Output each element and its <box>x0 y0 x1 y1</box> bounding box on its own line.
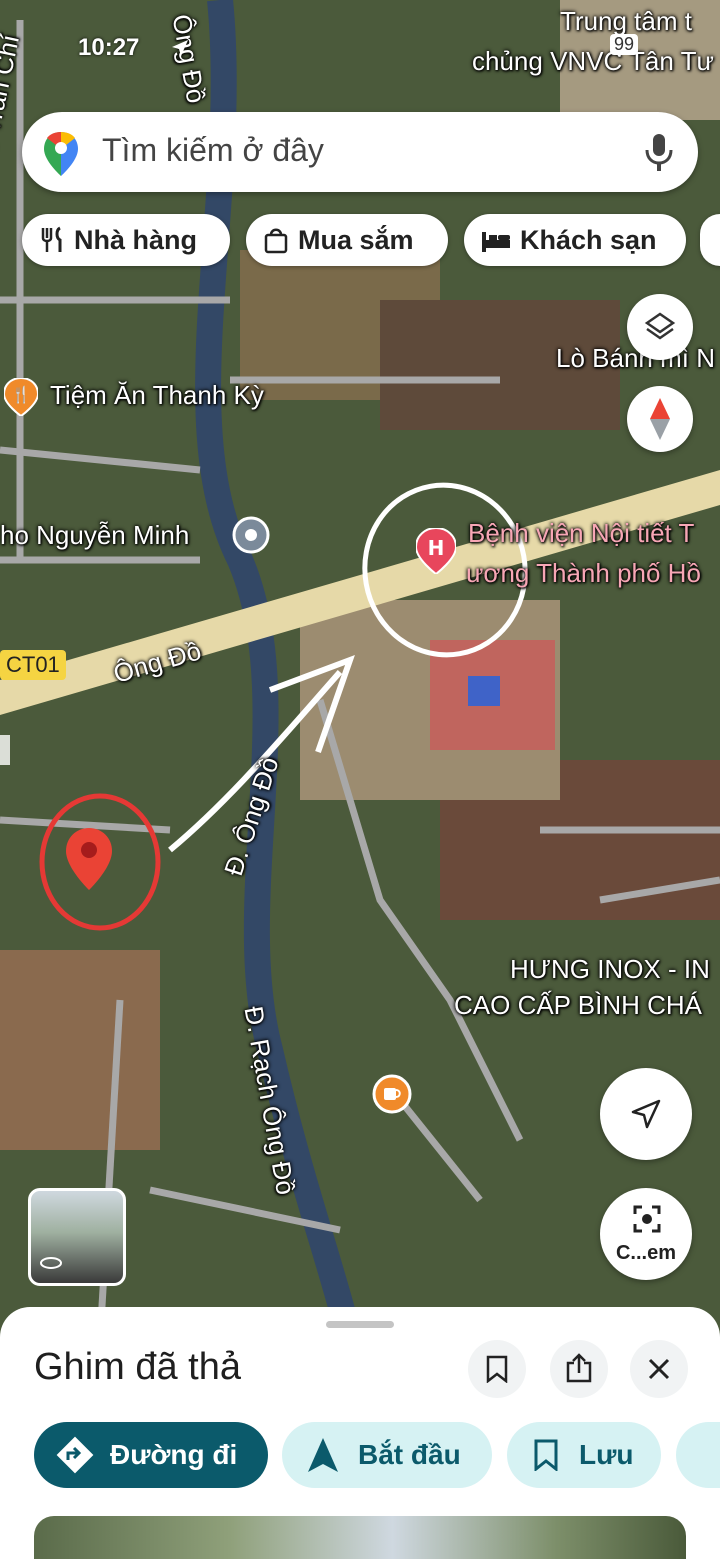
start-label: Bắt đầu <box>358 1439 461 1470</box>
navigation-start-icon <box>308 1438 338 1472</box>
place-pin-icon[interactable] <box>232 516 270 554</box>
map-label-vnvc-2[interactable]: chủng VNVC Tân Tư <box>472 46 714 77</box>
hospital-pin-icon[interactable]: H <box>416 528 456 574</box>
layers-icon <box>644 312 676 340</box>
map-label-hospital[interactable]: Bệnh viện Nội tiết T <box>468 518 694 549</box>
map-label-vnvc[interactable]: Trung tâm t <box>560 6 692 37</box>
fork-knife-icon <box>41 226 62 252</box>
restaurant-pin-icon[interactable]: 🍴 <box>4 378 38 416</box>
save-icon-button[interactable] <box>468 1340 526 1398</box>
compass-icon <box>650 398 670 440</box>
chip-label: Khách sạn <box>520 224 657 255</box>
map-label-hung-inox-2[interactable]: CAO CẤP BÌNH CHÁ <box>454 990 702 1021</box>
status-time: 10:27 <box>78 34 140 61</box>
close-icon <box>648 1358 670 1380</box>
close-button[interactable] <box>630 1340 688 1398</box>
save-label: Lưu <box>579 1439 634 1470</box>
compass-button[interactable] <box>627 386 693 452</box>
lens-button-label: C...em <box>615 1242 677 1264</box>
road-badge: 99 <box>610 34 639 55</box>
navigation-arrow-icon <box>631 1099 661 1129</box>
lens-button[interactable]: C...em <box>600 1188 692 1280</box>
save-button[interactable]: Lưu <box>507 1422 661 1488</box>
google-maps-logo-icon <box>44 132 78 176</box>
my-location-button[interactable] <box>600 1068 692 1160</box>
layers-button[interactable] <box>627 294 693 360</box>
bed-icon <box>482 232 510 252</box>
directions-button[interactable]: Đường đi <box>34 1422 268 1488</box>
rotate-360-icon <box>40 1257 62 1269</box>
share-icon <box>566 1353 592 1383</box>
share-button[interactable] <box>550 1340 608 1398</box>
map-label-hospital-2[interactable]: ương Thành phố Hồ <box>466 558 701 589</box>
sheet-title: Ghim đã thả <box>34 1346 241 1388</box>
dropped-pin-icon[interactable] <box>66 828 112 890</box>
map-label-tiem-an[interactable]: Tiệm Ăn Thanh Kỳ <box>50 380 264 411</box>
chip-shopping[interactable]: Mua sắm <box>246 214 448 266</box>
street-view-thumbnail[interactable] <box>28 1188 126 1286</box>
camera-lens-icon <box>633 1205 661 1233</box>
place-photo[interactable] <box>34 1516 686 1559</box>
bookmark-icon <box>486 1355 508 1383</box>
chip-hotels[interactable]: Khách sạn <box>464 214 686 266</box>
start-button[interactable]: Bắt đầu <box>282 1422 492 1488</box>
directions-icon <box>56 1436 94 1474</box>
search-placeholder: Tìm kiếm ở đây <box>102 132 324 168</box>
sheet-drag-handle[interactable] <box>326 1321 394 1328</box>
bookmark-icon <box>534 1439 558 1471</box>
chip-label: Nhà hàng <box>74 224 198 255</box>
directions-label: Đường đi <box>110 1439 238 1470</box>
map-label-nguyen-minh[interactable]: ho Nguyễn Minh <box>0 520 189 551</box>
search-bar[interactable]: Tìm kiếm ở đây <box>22 112 698 192</box>
cafe-pin-icon[interactable] <box>372 1074 412 1114</box>
map-label-hung-inox[interactable]: HƯNG INOX - IN <box>510 954 710 985</box>
shopping-bag-icon <box>264 228 288 254</box>
svg-text:🍴: 🍴 <box>11 385 31 404</box>
location-arrow-icon <box>172 40 188 56</box>
chip-restaurants[interactable]: Nhà hàng <box>22 214 230 266</box>
microphone-icon[interactable] <box>644 134 674 172</box>
svg-text:H: H <box>428 536 445 560</box>
road-badge-ct01: CT01 <box>0 650 66 680</box>
chip-label: Mua sắm <box>298 224 414 255</box>
